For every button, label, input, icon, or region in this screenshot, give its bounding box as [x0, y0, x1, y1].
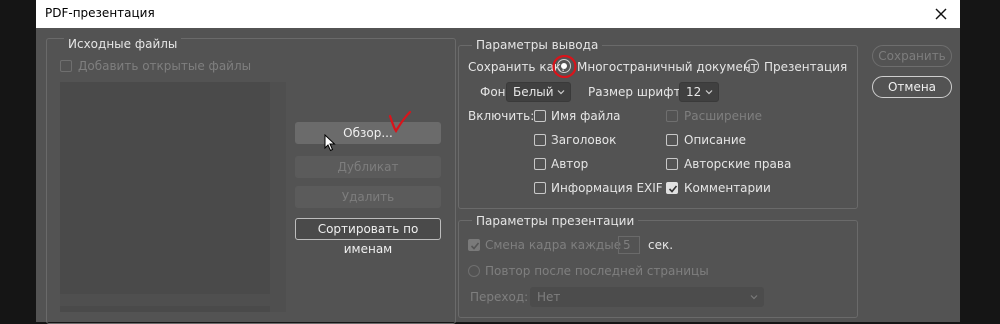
source-list-scrollbar[interactable]	[270, 82, 286, 312]
copyright-label: Авторские права	[684, 157, 792, 171]
extension-checkbox[interactable]	[666, 110, 678, 122]
mouse-cursor-icon	[324, 133, 336, 156]
checkmark-icon	[470, 242, 480, 250]
browse-button[interactable]: Обзор...	[295, 122, 441, 144]
presentation-label: Презентация	[764, 60, 848, 74]
checkmark-icon	[668, 185, 678, 193]
delete-button[interactable]: Удалить	[295, 186, 441, 208]
font-size-select[interactable]: 12	[679, 82, 719, 102]
comments-checkbox[interactable]	[666, 182, 678, 194]
duplicate-button[interactable]: Дубликат	[295, 156, 441, 178]
background-select[interactable]: Белый	[506, 82, 571, 102]
filename-label: Имя файла	[551, 109, 621, 123]
chevron-down-icon	[557, 90, 565, 95]
source-files-legend: Исходные файлы	[64, 37, 182, 51]
multipage-label: Многостраничный документ	[577, 60, 758, 74]
copyright-checkbox[interactable]	[666, 158, 678, 170]
cancel-button[interactable]: Отмена	[872, 76, 952, 98]
presentation-params-legend: Параметры презентации	[472, 214, 639, 228]
pdf-presentation-dialog: PDF-презентация Исходные файлы Добавить …	[36, 0, 960, 324]
chevron-down-icon	[750, 295, 758, 300]
presentation-radio[interactable]	[745, 59, 759, 73]
chevron-down-icon	[705, 90, 713, 95]
exif-label: Информация EXIF	[551, 181, 663, 195]
red-circle-annotation-icon	[551, 53, 579, 85]
title-bar: PDF-презентация	[36, 0, 960, 28]
comments-label: Комментарии	[684, 181, 771, 195]
source-list-hscrollbar[interactable]	[60, 294, 270, 306]
loop-checkbox[interactable]	[468, 265, 480, 277]
include-label: Включить:	[468, 109, 535, 123]
description-checkbox[interactable]	[666, 134, 678, 146]
advance-label: Смена кадра каждые	[485, 238, 622, 252]
transition-select-value: Нет	[537, 290, 561, 304]
transition-select[interactable]: Нет	[530, 287, 764, 307]
close-icon[interactable]	[932, 3, 950, 23]
save-button[interactable]: Сохранить	[872, 45, 952, 67]
author-label: Автор	[551, 157, 589, 171]
extension-label: Расширение	[684, 109, 762, 123]
filename-checkbox[interactable]	[534, 110, 546, 122]
seconds-label: сек.	[648, 238, 674, 252]
exif-checkbox[interactable]	[534, 182, 546, 194]
font-size-select-value: 12	[686, 85, 702, 99]
font-size-label: Размер шрифта:	[588, 85, 692, 99]
add-open-files-checkbox[interactable]	[60, 60, 72, 72]
title-checkbox[interactable]	[534, 134, 546, 146]
screen-frame: PDF-презентация Исходные файлы Добавить …	[0, 0, 1000, 324]
description-label: Описание	[684, 133, 747, 147]
loop-label: Повтор после последней страницы	[485, 264, 709, 278]
red-check-annotation-icon	[388, 110, 414, 140]
sort-by-name-button[interactable]: Сортировать по именам	[295, 218, 441, 256]
advance-checkbox[interactable]	[468, 239, 480, 251]
window-title: PDF-презентация	[45, 6, 155, 20]
source-files-list[interactable]	[60, 82, 286, 312]
output-params-legend: Параметры вывода	[472, 38, 603, 52]
author-checkbox[interactable]	[534, 158, 546, 170]
transition-label: Переход:	[470, 290, 529, 304]
advance-seconds-input[interactable]: 5	[618, 236, 640, 254]
background-select-value: Белый	[513, 85, 554, 99]
add-open-files-label: Добавить открытые файлы	[78, 59, 252, 73]
dialog-content: Исходные файлы Добавить открытые файлы О…	[36, 28, 960, 324]
title-label: Заголовок	[551, 133, 617, 147]
